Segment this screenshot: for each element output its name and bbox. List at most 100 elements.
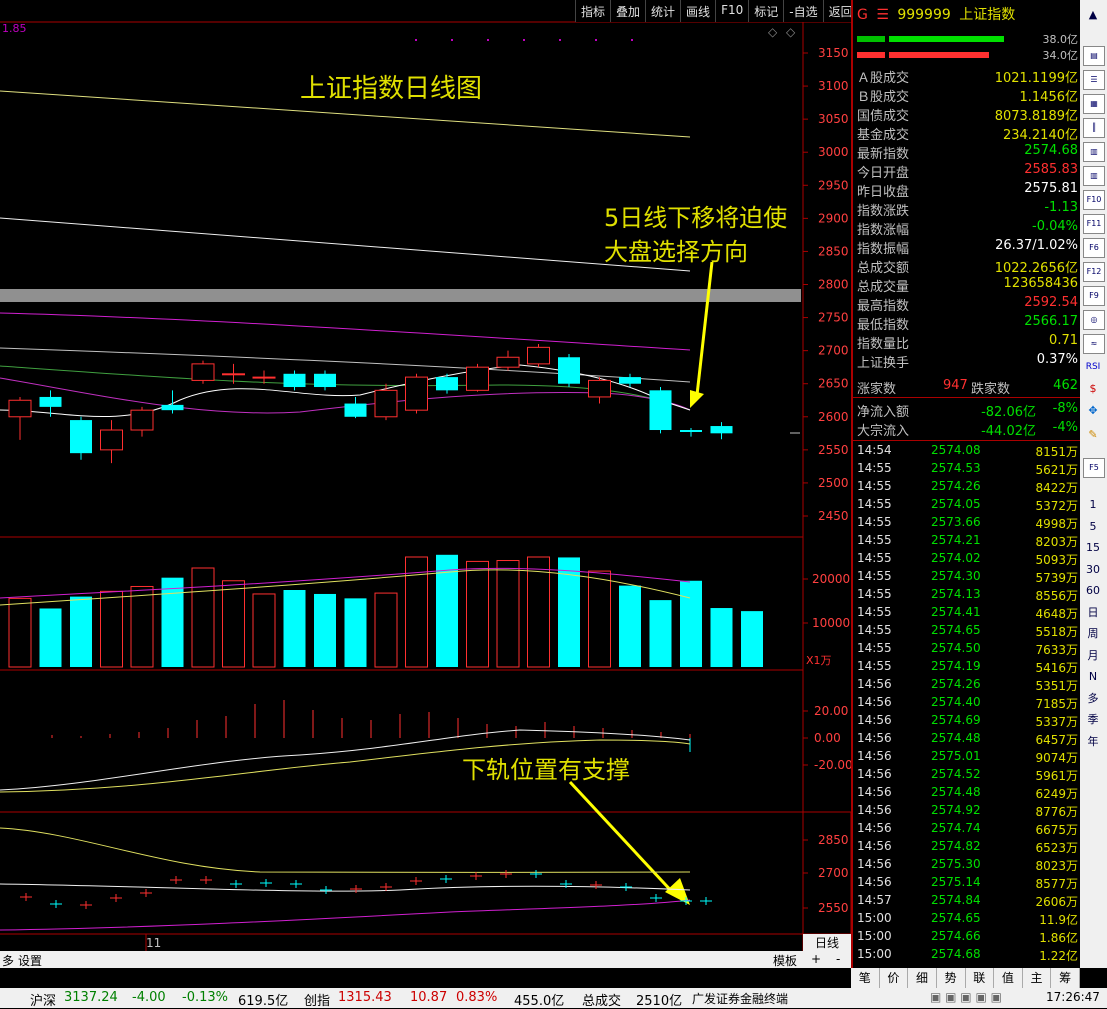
tick-row: 14:55 2574.30 5739万: [857, 569, 1078, 587]
f9-icon[interactable]: F9: [1083, 286, 1105, 306]
toolbar-indicator-button[interactable]: 指标: [575, 0, 611, 22]
tick-time: 14:56: [857, 695, 892, 709]
money-icon[interactable]: $: [1083, 380, 1103, 398]
tick-volume: 8776万: [1035, 805, 1078, 819]
menu-icon[interactable]: ☰: [876, 7, 889, 23]
toolbar-draw-button[interactable]: 画线: [680, 0, 716, 22]
period-label[interactable]: 日线: [803, 934, 851, 952]
rsi-icon[interactable]: RSI: [1083, 358, 1103, 376]
panel-tab-6[interactable]: 主: [1023, 968, 1052, 988]
panel-tab-1[interactable]: 价: [880, 968, 909, 988]
toolbar-stats-button[interactable]: 统计: [645, 0, 681, 22]
period-button-7[interactable]: 月: [1083, 647, 1103, 665]
boll-lower-line: [0, 899, 691, 931]
pencil-icon[interactable]: ✎: [1083, 426, 1103, 444]
period-button-10[interactable]: 季: [1083, 711, 1103, 729]
period-button-3[interactable]: 30: [1083, 561, 1103, 579]
grid-icon[interactable]: ▦: [1083, 94, 1105, 114]
tick-row: 14:56 2574.52 5961万: [857, 767, 1078, 785]
period-button-6[interactable]: 周: [1083, 625, 1103, 643]
quote-value: 1021.1199亿: [994, 71, 1078, 86]
panel-tab-5[interactable]: 值: [994, 968, 1023, 988]
chart-toolbar: 指标 叠加 统计 画线 F10 标记 -自选 返回: [575, 0, 858, 22]
zoom-in-button[interactable]: +: [811, 952, 821, 966]
boll-upper-line: [0, 827, 691, 873]
ma-line-long2: [0, 217, 691, 272]
period-button-5[interactable]: 日: [1083, 604, 1103, 622]
candle-body: [283, 373, 306, 388]
price-axis-label: 2600: [818, 410, 849, 424]
panel-tab-4[interactable]: 联: [966, 968, 995, 988]
tick-time: 15:00: [857, 947, 892, 961]
toolbar-mark-button[interactable]: 标记: [748, 0, 784, 22]
tick-volume: 5739万: [1035, 571, 1078, 585]
settings-button[interactable]: 设置: [18, 952, 42, 969]
target-icon[interactable]: ◎: [1083, 310, 1105, 330]
divider: [853, 440, 1080, 441]
index-code: 999999: [897, 7, 951, 23]
volume-bar: [130, 585, 154, 668]
list-icon[interactable]: ☰: [1083, 70, 1105, 90]
zoom-out-button[interactable]: -: [836, 952, 840, 966]
period-button-2[interactable]: 15: [1083, 539, 1103, 557]
quote-value: 234.2140亿: [1002, 128, 1078, 143]
table-icon[interactable]: ▥: [1083, 142, 1105, 162]
candle-body: [527, 346, 550, 365]
candle-body: [252, 376, 276, 379]
quote-value: 123658436: [1003, 276, 1078, 291]
wave-icon[interactable]: ≈: [1083, 334, 1105, 354]
panel-tab-2[interactable]: 细: [908, 968, 937, 988]
marker-dot: [631, 39, 633, 41]
candle-body: [436, 377, 458, 391]
period-button-4[interactable]: 60: [1083, 582, 1103, 600]
panel-tab-0[interactable]: 笔: [851, 968, 880, 988]
price-axis-label: 2900: [818, 211, 849, 225]
volume-bar: [161, 577, 184, 667]
period-button-0[interactable]: 1: [1083, 496, 1103, 514]
boll-mid-line: [0, 883, 691, 892]
volume-bar: [252, 593, 276, 668]
tick-price: 2574.74: [931, 821, 981, 835]
f11-icon[interactable]: F11: [1083, 214, 1105, 234]
tick-volume: 8203万: [1035, 535, 1078, 549]
f6-icon[interactable]: F6: [1083, 238, 1105, 258]
tick-volume: 8023万: [1035, 859, 1078, 873]
period-button-1[interactable]: 5: [1083, 518, 1103, 536]
table-icon[interactable]: ▥: [1083, 166, 1105, 186]
price-band: [0, 289, 801, 302]
toolbar-f10-button[interactable]: F10: [715, 0, 749, 22]
tick-price: 2574.92: [931, 803, 981, 817]
tick-row: 14:55 2574.41 4648万: [857, 605, 1078, 623]
kline-chart-area[interactable]: 3150 3100 3050 3000 2950 2900 2850 2800 2750 2700…: [0, 0, 851, 968]
tick-time: 14:56: [857, 731, 892, 745]
period-button-11[interactable]: 年: [1083, 733, 1103, 751]
quote-row: 最新指数 2574.68: [857, 143, 1078, 162]
macd-axis-label: -20.00: [814, 758, 851, 772]
period-button-8[interactable]: N: [1083, 668, 1103, 686]
candle-body: [130, 409, 154, 431]
kline-icon[interactable]: ║: [1083, 118, 1105, 138]
toolbar-watchlist-button[interactable]: -自选: [783, 0, 823, 22]
f5-icon[interactable]: F5: [1083, 458, 1105, 478]
tick-time: 14:55: [857, 641, 892, 655]
f10-icon[interactable]: F10: [1083, 190, 1105, 210]
tick-volume: 5372万: [1035, 499, 1078, 513]
bottom-more-button[interactable]: 多: [2, 952, 14, 969]
toolbar-overlay-button[interactable]: 叠加: [610, 0, 646, 22]
move-icon[interactable]: ✥: [1083, 402, 1103, 420]
quote-value: 8073.8189亿: [994, 109, 1078, 124]
panel-tab-7[interactable]: 筹: [1051, 968, 1080, 988]
f12-icon[interactable]: F12: [1083, 262, 1105, 282]
tick-row: 14:56 2574.40 7185万: [857, 695, 1078, 713]
arrow-icon: [568, 780, 678, 898]
tick-row: 14:55 2574.26 8422万: [857, 479, 1078, 497]
quote-label: 国债成交: [857, 109, 910, 124]
annotation-title: 上证指数日线图: [300, 74, 483, 104]
period-button-9[interactable]: 多: [1083, 690, 1103, 708]
up-arrow-icon[interactable]: ▲: [1083, 6, 1103, 24]
kline-chart[interactable]: 3150 3100 3050 3000 2950 2900 2850 2800 2750 2700…: [0, 0, 851, 968]
template-button[interactable]: 模板: [773, 952, 797, 969]
quote-row: Ｂ股成交 1.1456亿: [857, 86, 1078, 105]
panel-tab-3[interactable]: 势: [937, 968, 966, 988]
chart-icon[interactable]: ▤: [1083, 46, 1105, 66]
